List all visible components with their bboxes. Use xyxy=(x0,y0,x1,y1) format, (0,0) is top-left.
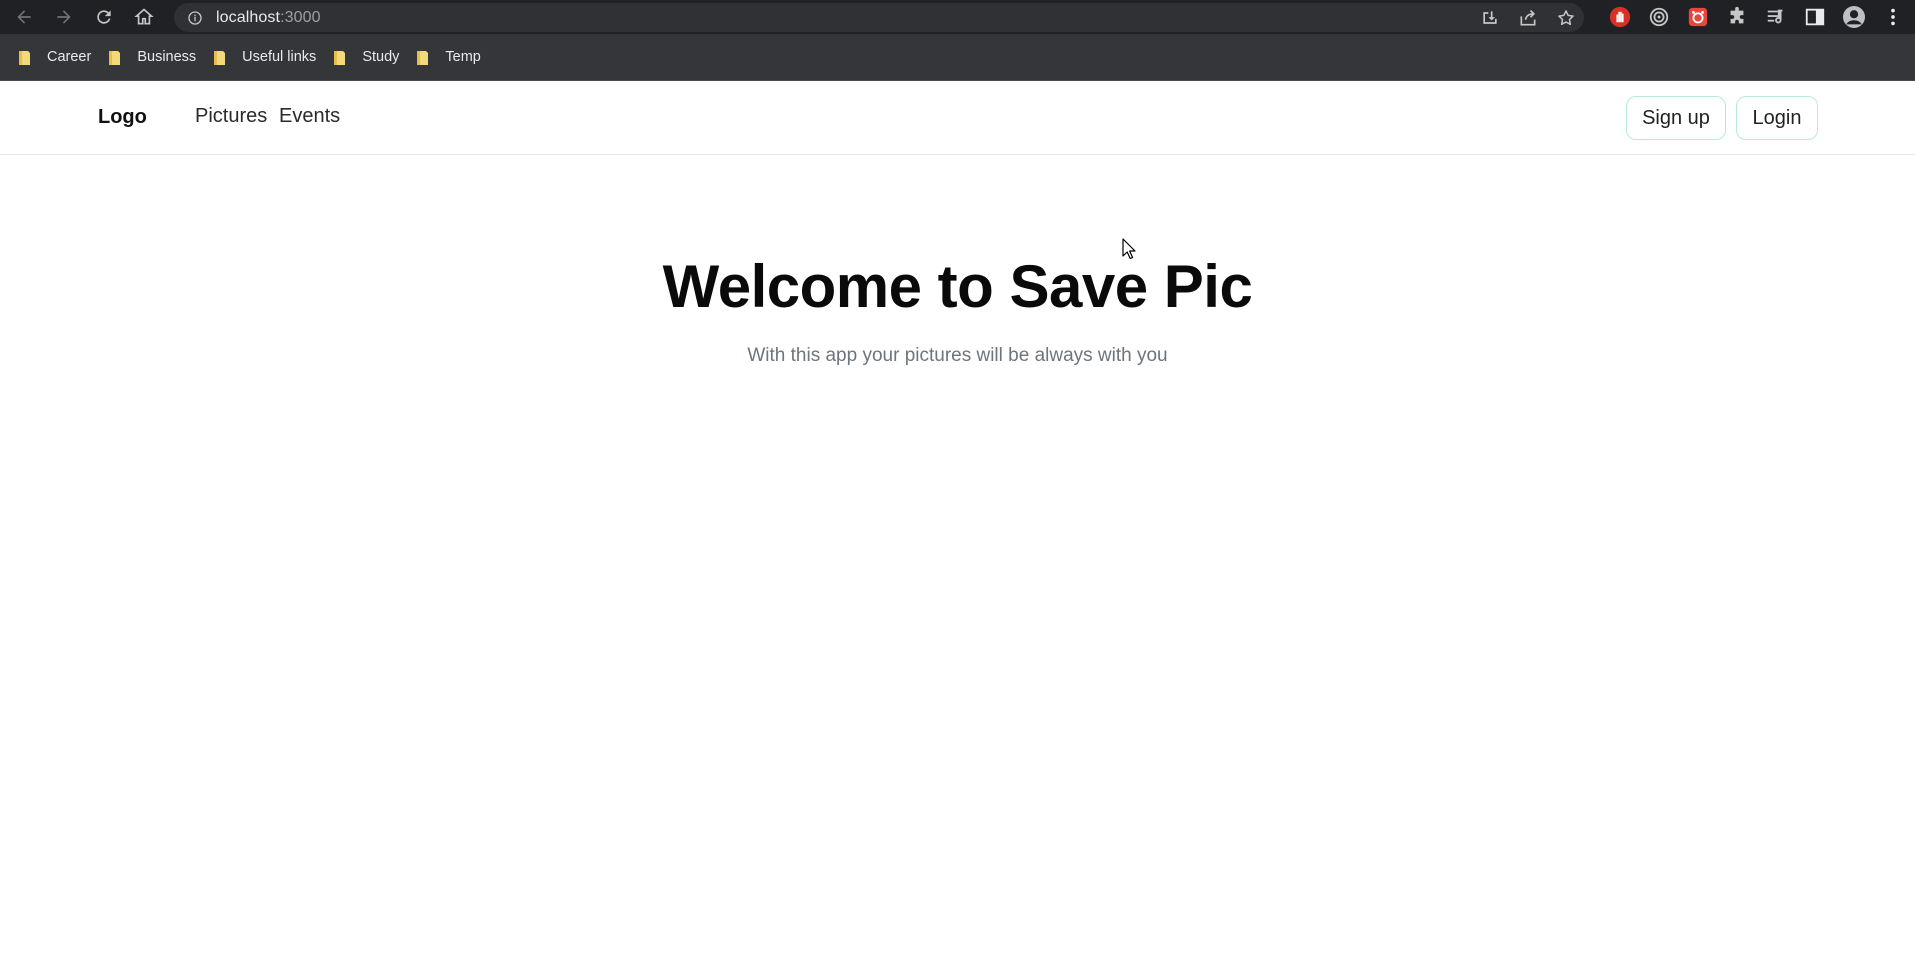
hero-subtitle: With this app your pictures will be alwa… xyxy=(747,345,1168,366)
folder-icon xyxy=(417,50,429,65)
target-icon[interactable] xyxy=(1647,5,1671,29)
home-icon xyxy=(134,8,154,25)
bookmark-folder-business[interactable]: Business xyxy=(104,42,205,72)
login-button[interactable]: Login xyxy=(1736,96,1818,140)
side-panel-icon[interactable] xyxy=(1803,5,1827,29)
forward-button[interactable] xyxy=(44,0,84,34)
bookmark-label: Useful links xyxy=(242,49,317,65)
bookmark-star-icon[interactable] xyxy=(1556,8,1576,28)
bookmark-folder-useful-links[interactable]: Useful links xyxy=(209,42,325,72)
extensions-area xyxy=(1608,0,1915,34)
red-extension-icon[interactable] xyxy=(1686,5,1710,29)
bookmark-label: Temp xyxy=(445,49,481,65)
bookmarks-bar: Career Business Useful links Study Temp xyxy=(0,34,1915,81)
nav-link-events[interactable]: Events xyxy=(279,105,340,128)
folder-icon xyxy=(109,50,121,65)
reload-icon xyxy=(97,10,111,24)
reload-button[interactable] xyxy=(84,0,124,34)
folder-icon xyxy=(19,50,30,65)
bookmark-folder-study[interactable]: Study xyxy=(329,42,408,72)
arrow-left-icon xyxy=(17,10,31,24)
app-navbar: Logo Pictures Events Sign up Login xyxy=(0,82,1915,155)
profile-avatar-icon[interactable] xyxy=(1842,5,1866,29)
bookmark-label: Business xyxy=(137,49,197,65)
puzzle-extensions-icon[interactable] xyxy=(1725,5,1749,29)
browser-toolbar: localhost:3000 xyxy=(0,0,1915,34)
mouse-cursor-icon xyxy=(1122,238,1136,260)
signup-button[interactable]: Sign up xyxy=(1626,96,1726,140)
arrow-right-icon xyxy=(57,10,71,24)
logo[interactable]: Logo xyxy=(98,106,147,129)
kebab-menu-icon[interactable] xyxy=(1881,5,1905,29)
address-bar[interactable]: localhost:3000 xyxy=(174,3,1584,32)
bookmark-label: Study xyxy=(362,49,400,65)
bookmark-folder-career[interactable]: Career xyxy=(14,42,100,72)
reading-list-icon[interactable] xyxy=(1764,5,1788,29)
url-text[interactable]: localhost:3000 xyxy=(216,9,321,27)
url-port: :3000 xyxy=(280,8,321,26)
site-info-icon[interactable] xyxy=(186,9,204,27)
install-app-icon[interactable] xyxy=(1480,8,1500,28)
share-icon[interactable] xyxy=(1518,8,1538,28)
back-button[interactable] xyxy=(4,0,44,34)
url-host: localhost xyxy=(216,8,281,26)
nav-link-pictures[interactable]: Pictures xyxy=(195,105,267,128)
omnibox-actions xyxy=(1480,3,1576,32)
bookmark-folder-temp[interactable]: Temp xyxy=(412,42,489,72)
folder-icon xyxy=(334,50,346,65)
folder-icon xyxy=(214,50,226,65)
hand-stop-icon[interactable] xyxy=(1608,5,1632,29)
hero-title: Welcome to Save Pic xyxy=(662,253,1253,320)
home-button[interactable] xyxy=(124,0,164,34)
bookmark-label: Career xyxy=(47,49,92,65)
